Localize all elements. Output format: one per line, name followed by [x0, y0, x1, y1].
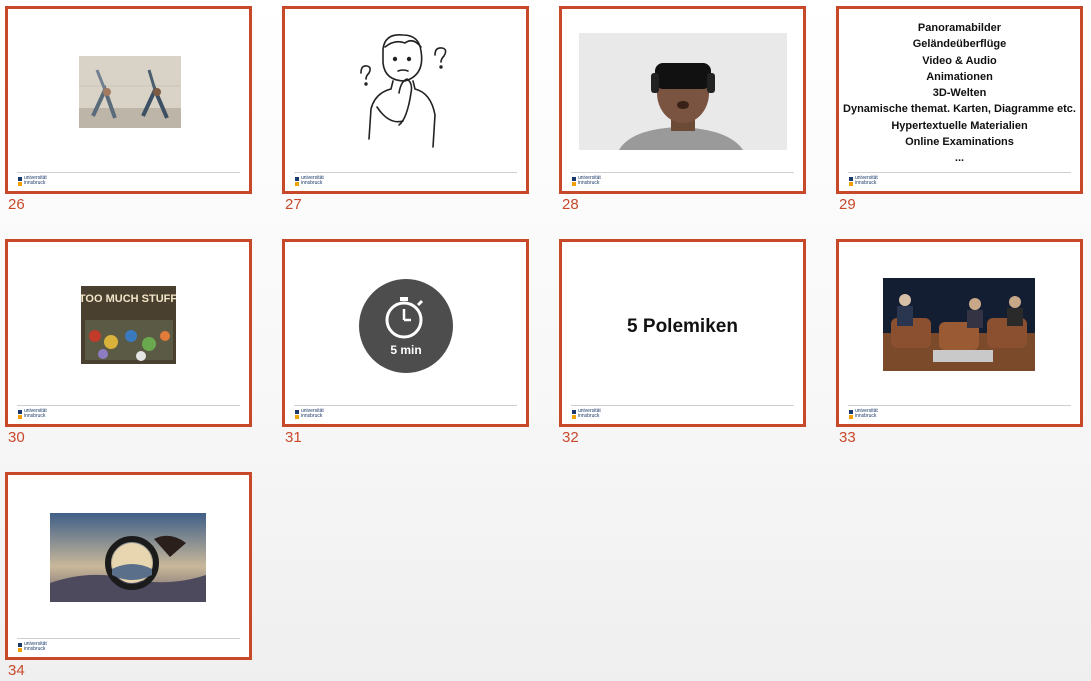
university-logo: universität innsbruck	[18, 176, 54, 188]
slide-thumbnail-26[interactable]: universität innsbruck	[5, 6, 252, 194]
university-logo: universität innsbruck	[295, 176, 331, 188]
vr-headset-image	[579, 33, 787, 150]
svg-text:5 min: 5 min	[390, 343, 421, 357]
university-logo: universität innsbruck	[572, 176, 608, 188]
stretching-people-image	[79, 56, 181, 128]
slide-number: 30	[8, 429, 25, 446]
slide-thumbnail-33[interactable]: universität innsbruck	[836, 239, 1083, 427]
university-logo: universität innsbruck	[572, 409, 608, 421]
slide-number: 29	[839, 196, 856, 213]
stopwatch-icon: 5 min	[358, 278, 454, 374]
slide-text-list: Panoramabilder Geländeüberflüge Video & …	[843, 22, 1076, 165]
slide-thumbnail-31[interactable]: 5 min universität innsbruck	[282, 239, 529, 427]
university-logo: universität innsbruck	[18, 409, 54, 421]
svg-text:TOO MUCH STUFF: TOO MUCH STUFF	[81, 293, 176, 305]
too-much-stuff-image: TOO MUCH STUFF	[81, 286, 176, 364]
university-logo: universität innsbruck	[295, 409, 331, 421]
slide-thumbnail-28[interactable]: universität innsbruck	[559, 6, 806, 194]
slide-thumbnail-30[interactable]: TOO MUCH STUFF universität innsbruck	[5, 239, 252, 427]
university-logo: universität innsbruck	[849, 409, 885, 421]
slide-thumbnail-29[interactable]: Panoramabilder Geländeüberflüge Video & …	[836, 6, 1083, 194]
university-logo: universität innsbruck	[849, 176, 885, 188]
slide-thumbnail-27[interactable]: universität innsbruck	[282, 6, 529, 194]
slide-number: 28	[562, 196, 579, 213]
talk-show-image	[883, 278, 1035, 371]
slide-number: 31	[285, 429, 302, 446]
slide-number: 33	[839, 429, 856, 446]
slide-thumbnail-32[interactable]: 5 Polemiken universität innsbruck	[559, 239, 806, 427]
lens-landscape-image	[50, 513, 206, 602]
slide-thumbnail-34[interactable]: universität innsbruck	[5, 472, 252, 660]
slide-number: 34	[8, 662, 25, 679]
slide-number: 27	[285, 196, 302, 213]
slide-number: 32	[562, 429, 579, 446]
thinking-person-drawing	[355, 29, 455, 154]
slide-number: 26	[8, 196, 25, 213]
university-logo: universität innsbruck	[18, 642, 54, 654]
slide-title: 5 Polemiken	[627, 316, 738, 337]
